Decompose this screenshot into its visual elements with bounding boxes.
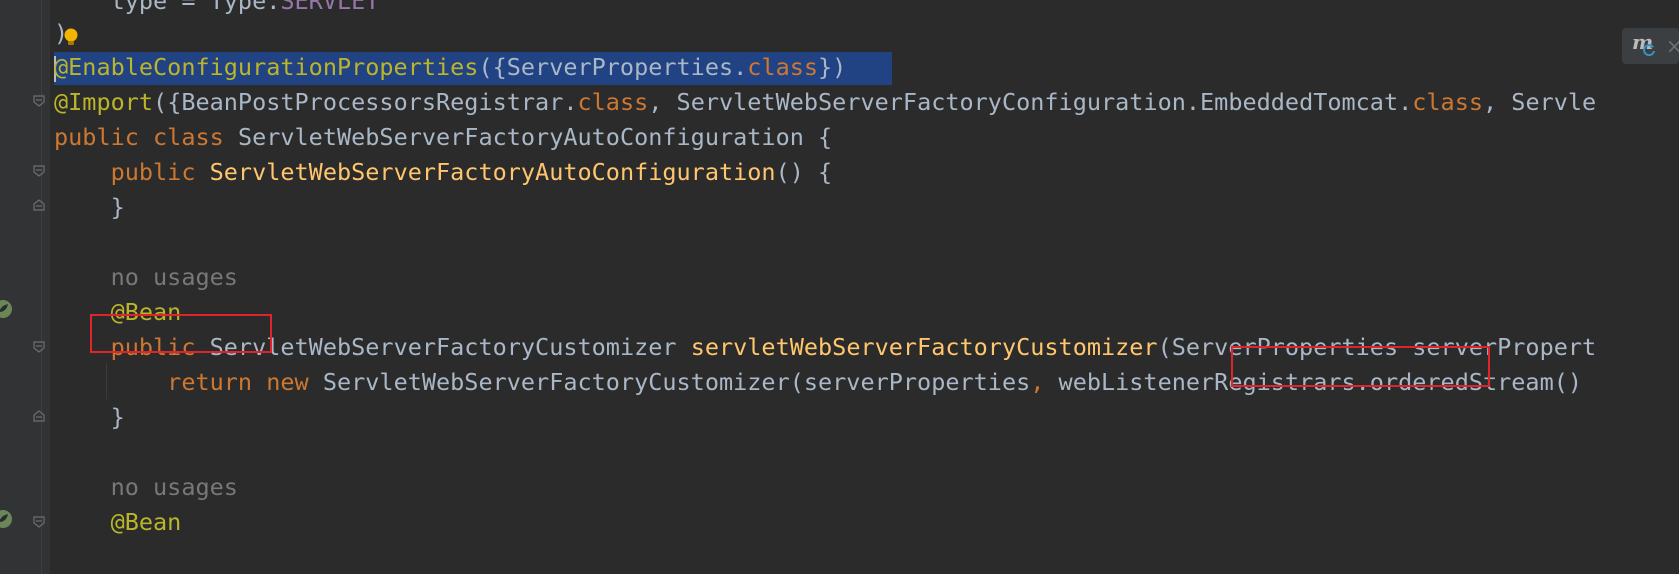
code-token: } — [54, 403, 125, 431]
code-token: , Servle — [1483, 88, 1597, 116]
code-token: ({BeanPostProcessorsRegistrar. — [153, 88, 578, 116]
fold-marker-icon[interactable] — [32, 164, 46, 178]
highlight-box-bean — [90, 314, 272, 353]
code-token: type = Type. — [54, 0, 281, 15]
highlight-box-server-properties — [1231, 346, 1490, 387]
code-line[interactable]: } — [54, 400, 125, 435]
code-token: no usages — [54, 263, 238, 291]
code-token: () { — [775, 158, 833, 186]
code-line[interactable]: public ServletWebServerFactoryAutoConfig… — [54, 155, 833, 190]
code-token: no usages — [54, 473, 238, 501]
code-token: @EnableConfigurationProperties — [54, 53, 479, 81]
spring-bean-icon[interactable] — [0, 508, 14, 530]
code-line[interactable]: no usages — [54, 260, 238, 295]
code-token: ({ServerProperties. — [478, 53, 748, 81]
fold-end-marker-icon[interactable] — [32, 198, 46, 212]
code-token: ServletWebServerFactoryCustomizer — [209, 333, 691, 361]
code-token: public — [54, 158, 210, 186]
code-line[interactable]: @EnableConfigurationProperties({ServerPr… — [54, 50, 846, 85]
code-line[interactable]: public class ServletWebServerFactoryAuto… — [54, 120, 832, 155]
code-line[interactable]: } — [54, 190, 125, 225]
spring-bean-icon[interactable] — [0, 298, 14, 320]
code-token: class — [577, 88, 649, 116]
close-icon[interactable]: × — [1666, 28, 1679, 64]
maven-reload-button[interactable]: m × — [1622, 28, 1679, 64]
refresh-icon — [1643, 44, 1655, 56]
code-line[interactable]: @Bean — [54, 505, 182, 540]
code-token: ServletWebServerFactoryAutoConfiguration… — [237, 123, 833, 151]
code-editor[interactable]: type = Type.SERVLET ) @EnableConfigurati… — [50, 0, 1679, 574]
code-line[interactable]: type = Type.SERVLET — [54, 0, 380, 19]
code-token: , ServletWebServerFactoryConfiguration.E… — [648, 88, 1413, 116]
code-token: public class — [54, 123, 238, 151]
code-token: , — [1030, 368, 1059, 396]
editor-gutter — [0, 0, 50, 574]
code-token: @Import — [54, 88, 154, 116]
gutter-separator — [41, 0, 42, 574]
code-token: SERVLET — [280, 0, 380, 15]
code-token: class — [747, 53, 819, 81]
fold-marker-icon[interactable] — [32, 94, 46, 108]
code-token: servletWebServerFactoryCustomizer — [690, 333, 1158, 361]
code-token: }) — [818, 53, 847, 81]
fold-marker-icon[interactable] — [32, 340, 46, 354]
fold-end-marker-icon[interactable] — [32, 409, 46, 423]
code-line[interactable]: @Import({BeanPostProcessorsRegistrar.cla… — [54, 85, 1596, 120]
lightbulb-icon[interactable] — [62, 27, 80, 47]
code-line[interactable]: no usages — [54, 470, 238, 505]
fold-marker-icon[interactable] — [32, 515, 46, 529]
code-token: @Bean — [54, 508, 182, 536]
code-token: ServletWebServerFactoryCustomizer(server… — [322, 368, 1031, 396]
code-token: class — [1412, 88, 1484, 116]
code-token: } — [54, 193, 125, 221]
code-token: return new — [54, 368, 323, 396]
code-token: ServletWebServerFactoryAutoConfiguration — [209, 158, 776, 186]
